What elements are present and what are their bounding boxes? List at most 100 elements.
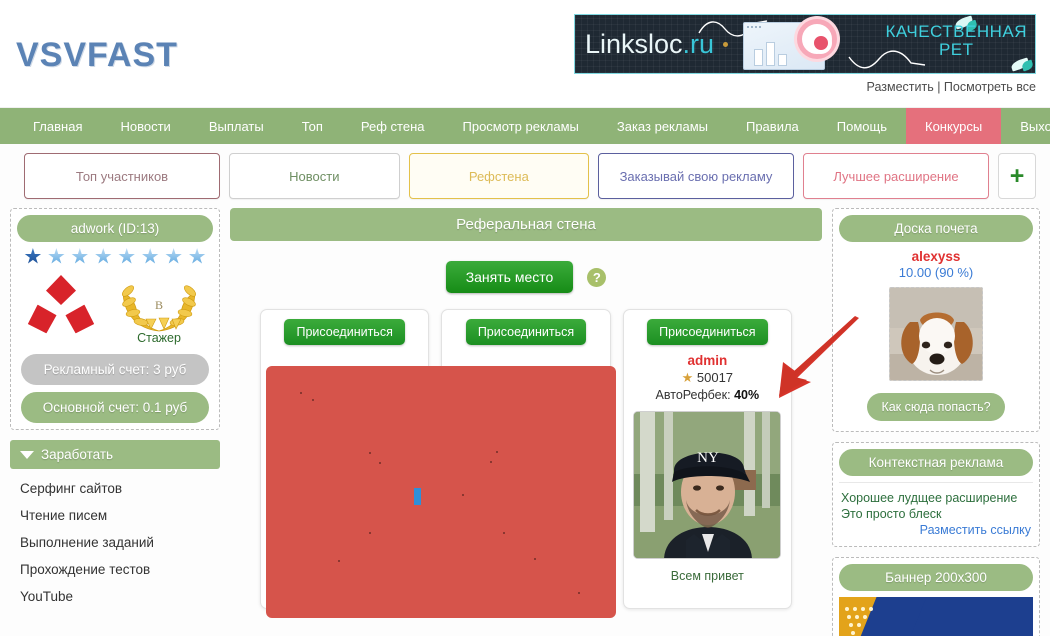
banner-tagline-line1: КАЧЕСТВЕННАЯ xyxy=(885,22,1027,41)
context-ad-header: Контекстная реклама xyxy=(839,449,1033,476)
page-title: Реферальная стена xyxy=(230,208,822,241)
nav-item-ref-wall[interactable]: Реф стена xyxy=(342,108,444,144)
referral-motto-3: Всем привет xyxy=(670,569,744,583)
main-navigation: Главная Новости Выплаты Топ Реф стена Пр… xyxy=(0,108,1050,144)
add-tab-button[interactable]: + xyxy=(998,153,1036,199)
referral-score-value-3: 50017 xyxy=(696,370,734,385)
nav-item-top[interactable]: Топ xyxy=(283,108,342,144)
star-icon-4 xyxy=(95,248,112,264)
referral-name-3[interactable]: admin xyxy=(632,353,783,368)
tab-card-order-ads[interactable]: Заказывай свою рекламу xyxy=(598,153,794,199)
context-ad-line-1[interactable]: Хорошее лудщее расширение xyxy=(841,490,1031,506)
how-to-get-here-button[interactable]: Как сюда попасть? xyxy=(867,393,1005,421)
banner-ad-links[interactable]: Разместить | Посмотреть все xyxy=(867,80,1036,94)
star-icon-8 xyxy=(188,248,206,264)
top-banner-ad[interactable]: Linksloc.ru КАЧЕСТВЕННАЯ РЕТ xyxy=(574,14,1036,74)
banner-tagline: КАЧЕСТВЕННАЯ РЕТ xyxy=(885,23,1027,59)
tab-card-best-extension[interactable]: Лучшее расширение xyxy=(803,153,989,199)
earn-menu-header-label: Заработать xyxy=(41,447,114,462)
laurel-wreath-icon: B xyxy=(122,285,196,332)
honor-board-panel: Доска почета alexyss 10.00 (90 %) Как сю… xyxy=(832,208,1040,432)
star-icon-2 xyxy=(48,248,65,264)
earn-item-tasks[interactable]: Выполнение заданий xyxy=(18,529,220,556)
place-link-action[interactable]: Разместить ссылку xyxy=(841,522,1031,538)
left-sidebar: adwork (ID:13) B Стажер Рекламный счет: … xyxy=(10,208,220,632)
star-icon-7 xyxy=(165,248,182,264)
mitsubishi-diamond-2 xyxy=(23,300,60,337)
rank-label: Стажер xyxy=(137,331,181,345)
mitsubishi-logo-icon xyxy=(25,275,97,337)
banner-200x300-image[interactable] xyxy=(839,597,1033,636)
referral-score-3: ★ 50017 xyxy=(632,370,783,386)
banner-target-icon xyxy=(797,19,837,59)
referral-avatar-art: NY xyxy=(634,412,781,558)
right-sidebar: Доска почета alexyss 10.00 (90 %) Как сю… xyxy=(832,208,1040,636)
star-icon-3 xyxy=(71,248,88,264)
profile-star-rating xyxy=(17,242,213,271)
svg-text:NY: NY xyxy=(697,450,719,466)
star-icon-1 xyxy=(24,248,42,264)
star-icon-5 xyxy=(118,248,135,264)
honor-board-header: Доска почета xyxy=(839,215,1033,242)
site-logo[interactable]: VSVFAST xyxy=(16,36,178,75)
banner-brand: Linksloc.ru xyxy=(585,29,714,60)
promo-tabs-row: Топ участников Новости Рефстена Заказыва… xyxy=(0,144,1050,208)
banner-brand-tld: .ru xyxy=(682,29,715,59)
mitsubishi-diamond-3 xyxy=(61,300,98,337)
referral-refback-3: АвтоРефбек: 40% xyxy=(632,388,783,402)
nav-item-help[interactable]: Помощь xyxy=(818,108,906,144)
join-button-3[interactable]: Присоединиться xyxy=(647,319,768,345)
nav-item-home[interactable]: Главная xyxy=(14,108,101,144)
nav-item-rules[interactable]: Правила xyxy=(727,108,818,144)
refback-value-3: 40% xyxy=(734,388,760,402)
honor-board-name[interactable]: alexyss xyxy=(839,249,1033,264)
earn-menu-header[interactable]: Заработать xyxy=(10,440,220,469)
banner-dot-icon xyxy=(723,42,728,47)
tab-card-top-participants[interactable]: Топ участников xyxy=(24,153,220,199)
join-button-1[interactable]: Присоединиться xyxy=(284,319,405,345)
context-ad-line-2[interactable]: Это просто блеск xyxy=(841,506,1031,522)
tab-card-news[interactable]: Новости xyxy=(229,153,400,199)
banner-dots-decoration xyxy=(843,605,887,636)
earn-item-youtube[interactable]: YouTube xyxy=(18,583,220,610)
site-header: VSVFAST Linksloc.ru КАЧЕСТВЕННАЯ РЕТ Раз… xyxy=(0,0,1050,108)
red-overlay-block xyxy=(266,366,616,618)
rank-letter: B xyxy=(155,298,163,312)
chevron-down-icon xyxy=(20,450,34,459)
earn-item-surfing[interactable]: Серфинг сайтов xyxy=(18,475,220,502)
help-icon[interactable]: ? xyxy=(587,267,607,287)
banner-brand-name: Linksloc xyxy=(585,29,683,59)
earn-menu-list: Серфинг сайтов Чтение писем Выполнение з… xyxy=(10,469,220,610)
nav-item-order-ads[interactable]: Заказ рекламы xyxy=(598,108,727,144)
earn-item-tests[interactable]: Прохождение тестов xyxy=(18,556,220,583)
earn-item-letters[interactable]: Чтение писем xyxy=(18,502,220,529)
nav-item-contests[interactable]: Конкурсы xyxy=(906,108,1002,144)
banner-bar-3 xyxy=(778,54,787,66)
nav-item-payouts[interactable]: Выплаты xyxy=(190,108,283,144)
nav-item-view-ads[interactable]: Просмотр рекламы xyxy=(444,108,598,144)
context-ad-panel: Контекстная реклама Хорошее лудщее расши… xyxy=(832,442,1040,547)
honor-board-avatar[interactable] xyxy=(889,287,983,381)
take-place-button[interactable]: Занять место xyxy=(445,261,574,293)
tab-card-refwall[interactable]: Рефстена xyxy=(408,153,589,199)
ad-account-balance[interactable]: Рекламный счет: 3 руб xyxy=(21,354,209,385)
nav-item-news[interactable]: Новости xyxy=(101,108,189,144)
star-small-icon: ★ xyxy=(681,370,694,385)
puppy-avatar-art xyxy=(890,288,982,380)
profile-badges: B Стажер xyxy=(17,271,213,347)
refback-label-3: АвтоРефбек: xyxy=(655,388,731,402)
earn-menu-panel: Заработать Серфинг сайтов Чтение писем В… xyxy=(10,440,220,610)
referral-card-3: Присоединиться admin ★ 50017 АвтоРефбек:… xyxy=(622,309,792,609)
banner-bar-1 xyxy=(754,49,763,66)
main-account-balance[interactable]: Основной счет: 0.1 руб xyxy=(21,392,209,423)
mitsubishi-diamond-1 xyxy=(46,275,76,305)
rank-laurel-badge: B Стажер xyxy=(113,275,205,345)
nav-item-logout[interactable]: Выход xyxy=(1001,108,1050,144)
center-action-bar: Занять место ? xyxy=(230,241,822,309)
honor-board-score: 10.00 (90 %) xyxy=(898,265,974,280)
text-cursor-artifact xyxy=(414,488,421,505)
referral-avatar-3[interactable]: NY xyxy=(633,411,782,559)
page-root: VSVFAST Linksloc.ru КАЧЕСТВЕННАЯ РЕТ Раз… xyxy=(0,0,1050,636)
banner-200x300-header: Баннер 200x300 xyxy=(839,564,1033,591)
join-button-2[interactable]: Присоединиться xyxy=(465,319,587,345)
